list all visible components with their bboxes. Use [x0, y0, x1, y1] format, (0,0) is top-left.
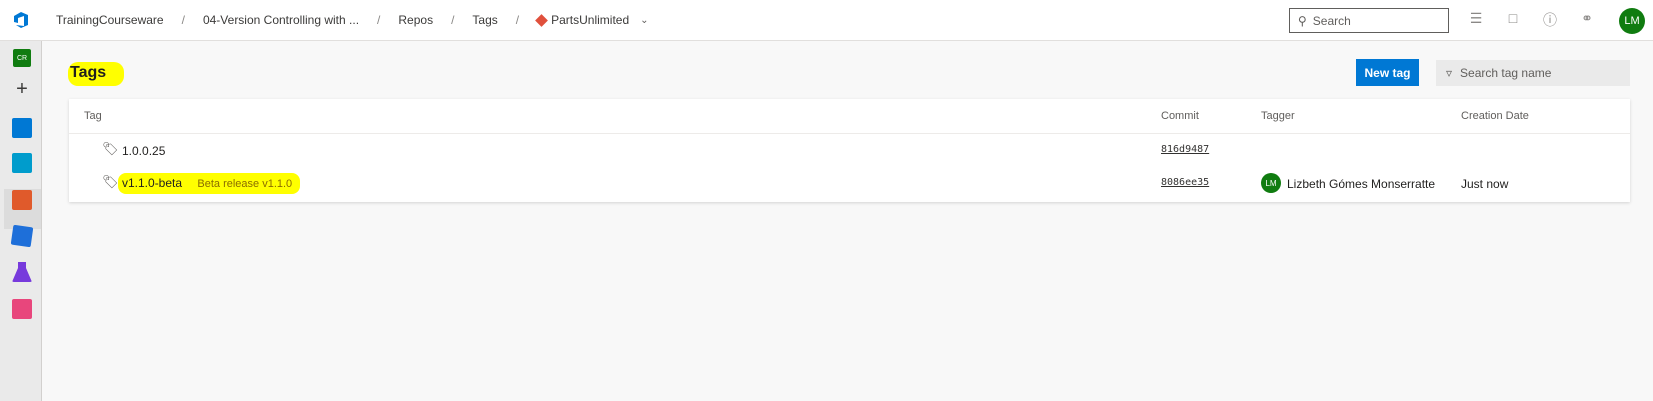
- search-icon: ⚲: [1298, 13, 1307, 28]
- task-list-icon[interactable]: ☰: [1466, 10, 1486, 30]
- tagger-name: Lizbeth Gómes Monserratte: [1287, 177, 1436, 191]
- breadcrumb-org[interactable]: TrainingCourseware: [52, 13, 168, 27]
- commit-link[interactable]: 8086ee35: [1161, 177, 1209, 188]
- repos-icon[interactable]: [12, 190, 32, 210]
- repo-selector[interactable]: PartsUnlimited ⌄: [533, 13, 652, 27]
- breadcrumb-separator: /: [515, 13, 520, 27]
- project-avatar[interactable]: CR: [13, 49, 31, 67]
- column-header-tagger[interactable]: Tagger: [1261, 110, 1295, 122]
- breadcrumb-separator: /: [181, 13, 185, 27]
- table-header: Tag Commit Tagger Creation Date: [69, 99, 1630, 134]
- top-bar: TrainingCourseware / 04-Version Controll…: [0, 0, 1653, 41]
- search-input[interactable]: ⚲ Search: [1289, 8, 1449, 33]
- top-icons: ☰ □ ⓘ ⚭: [1466, 10, 1597, 30]
- add-icon[interactable]: +: [12, 79, 32, 99]
- user-settings-icon[interactable]: ⚭: [1577, 10, 1597, 30]
- filter-placeholder: Search tag name: [1460, 66, 1552, 80]
- marketplace-icon[interactable]: □: [1503, 10, 1523, 30]
- breadcrumb-project[interactable]: 04-Version Controlling with ...: [199, 13, 363, 27]
- breadcrumb-tags[interactable]: Tags: [468, 13, 501, 27]
- table-row[interactable]: 🏷 1.0.0.25 816d9487: [69, 135, 1630, 167]
- breadcrumb: TrainingCourseware / 04-Version Controll…: [52, 13, 653, 27]
- breadcrumb-separator: /: [451, 13, 455, 27]
- tag-filter-input[interactable]: ▿ Search tag name: [1436, 60, 1630, 86]
- artifacts-icon[interactable]: [12, 299, 32, 319]
- creation-date: Just now: [1461, 177, 1509, 191]
- boards-icon[interactable]: [12, 153, 32, 173]
- tag-message: Beta release v1.1.0: [197, 178, 293, 190]
- tags-table: Tag Commit Tagger Creation Date 🏷 1.0.0.…: [69, 99, 1630, 202]
- breadcrumb-repos[interactable]: Repos: [394, 13, 437, 27]
- git-repo-icon: [535, 13, 548, 27]
- tag-name[interactable]: 1.0.0.25: [122, 144, 165, 158]
- page-title: Tags: [68, 62, 125, 86]
- azure-devops-logo-icon[interactable]: [0, 0, 42, 41]
- avatar[interactable]: LM: [1619, 8, 1645, 34]
- left-nav-rail: CR +: [0, 41, 42, 401]
- column-header-tag[interactable]: Tag: [84, 110, 102, 122]
- tag-name[interactable]: v1.1.0-beta: [122, 176, 182, 190]
- overview-icon[interactable]: [12, 118, 32, 138]
- breadcrumb-separator: /: [377, 13, 381, 27]
- repo-name: PartsUnlimited: [551, 13, 630, 27]
- avatar: LM: [1261, 173, 1281, 193]
- search-placeholder: Search: [1312, 13, 1351, 28]
- help-icon[interactable]: ⓘ: [1540, 10, 1560, 30]
- pipelines-icon[interactable]: [10, 224, 34, 248]
- filter-icon: ▿: [1446, 66, 1453, 80]
- test-plans-icon[interactable]: [12, 262, 32, 282]
- chevron-down-icon: ⌄: [640, 14, 649, 26]
- new-tag-button[interactable]: New tag: [1356, 59, 1419, 86]
- column-header-date[interactable]: Creation Date: [1461, 110, 1529, 122]
- column-header-commit[interactable]: Commit: [1161, 110, 1199, 122]
- table-row[interactable]: 🏷 v1.1.0-beta Beta release v1.1.0 8086ee…: [69, 168, 1630, 200]
- tag-highlight: v1.1.0-beta Beta release v1.1.0: [118, 173, 301, 194]
- commit-link[interactable]: 816d9487: [1161, 144, 1209, 155]
- tag-icon: 🏷: [102, 141, 119, 156]
- tag-icon: 🏷: [102, 174, 119, 189]
